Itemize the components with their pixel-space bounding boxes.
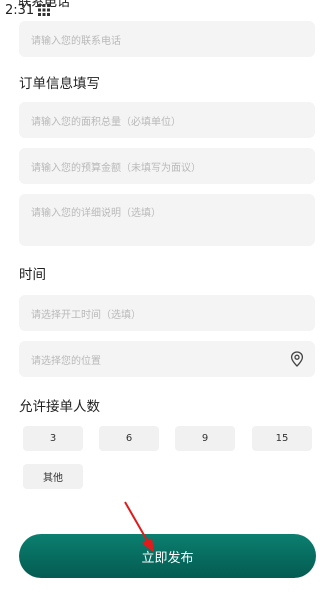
location-placeholder: 请选择您的位置 — [31, 355, 101, 367]
order-info-title: 订单信息填写 — [19, 76, 100, 92]
count-option-3[interactable]: 3 — [23, 426, 83, 451]
count-option-other[interactable]: 其他 — [23, 464, 83, 489]
status-bar: 2:31 — [5, 2, 51, 18]
publish-button[interactable]: 立即发布 — [19, 534, 316, 578]
count-option-6[interactable]: 6 — [99, 426, 159, 451]
area-input[interactable]: 请输入您的面积总量（必填单位） — [19, 102, 315, 138]
location-select[interactable]: 请选择您的位置 — [19, 341, 315, 377]
detail-textarea[interactable]: 请输入您的详细说明（选填） — [19, 194, 315, 246]
budget-input[interactable]: 请输入您的预算金额（未填写为面议） — [19, 148, 315, 184]
grid-icon — [38, 4, 51, 16]
count-option-9[interactable]: 9 — [175, 426, 235, 451]
status-time: 2:31 — [5, 2, 35, 18]
time-section-title: 时间 — [19, 267, 46, 283]
allowed-count-title: 允许接单人数 — [19, 399, 100, 415]
start-time-placeholder: 请选择开工时间（选填） — [31, 309, 141, 321]
detail-placeholder: 请输入您的详细说明（选填） — [31, 208, 161, 219]
location-pin-icon[interactable] — [290, 351, 304, 367]
start-time-select[interactable]: 请选择开工时间（选填） — [19, 295, 315, 331]
budget-placeholder: 请输入您的预算金额（未填写为面议） — [31, 162, 201, 174]
contact-phone-input[interactable]: 请输入您的联系电话 — [19, 21, 315, 57]
red-arrow-icon — [124, 501, 154, 553]
contact-phone-placeholder: 请输入您的联系电话 — [31, 35, 121, 47]
count-option-15[interactable]: 15 — [252, 426, 312, 451]
area-placeholder: 请输入您的面积总量（必填单位） — [31, 116, 181, 128]
